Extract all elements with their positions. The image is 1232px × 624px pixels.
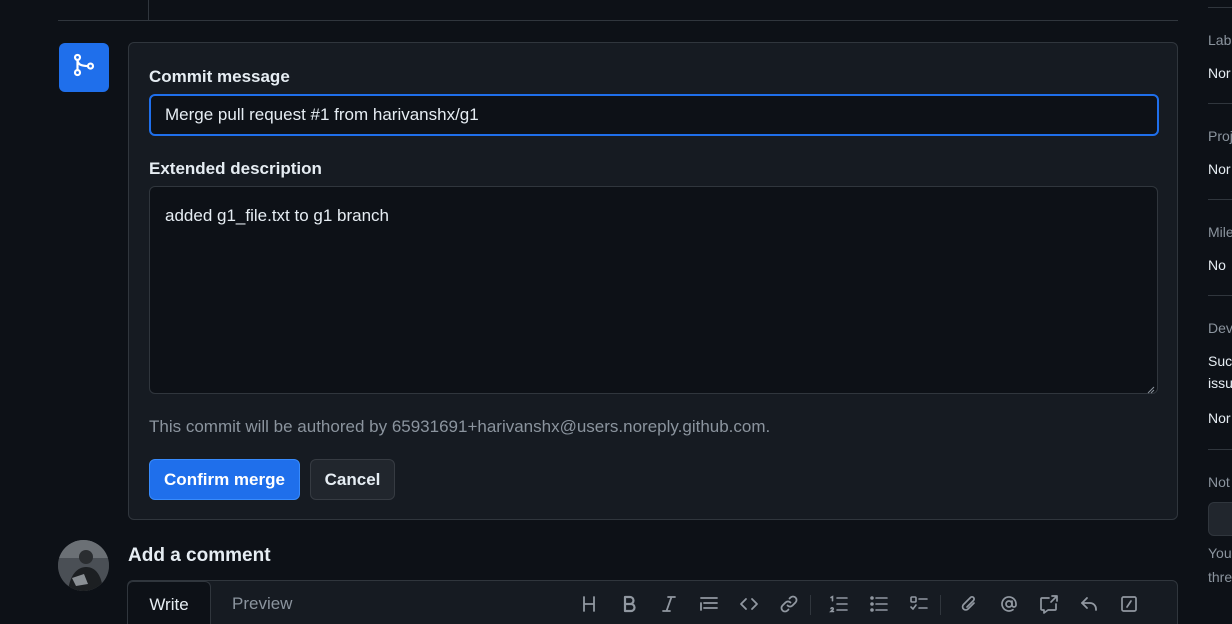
timeline-connector — [148, 0, 149, 20]
sidebar-heading-projects[interactable]: Proj — [1208, 128, 1232, 144]
sidebar-value-milestone: No — [1208, 257, 1226, 273]
quote-icon[interactable] — [698, 593, 720, 615]
numbered-list-icon[interactable] — [828, 593, 850, 615]
task-list-icon[interactable] — [908, 593, 930, 615]
tab-write[interactable]: Write — [127, 581, 211, 624]
avatar[interactable] — [58, 540, 109, 591]
sidebar-divider — [1208, 103, 1232, 104]
cross-reference-icon[interactable] — [1038, 593, 1060, 615]
sidebar-value-development-line1: Suc — [1208, 353, 1232, 369]
link-icon[interactable] — [778, 593, 800, 615]
add-comment-heading: Add a comment — [128, 545, 271, 566]
resize-handle-icon[interactable] — [1145, 381, 1155, 394]
unordered-list-icon[interactable] — [868, 593, 890, 615]
mention-icon[interactable] — [998, 593, 1020, 615]
extended-description-label: Extended description — [149, 159, 322, 178]
sidebar-divider — [1208, 449, 1232, 450]
sidebar-heading-milestone[interactable]: Mile — [1208, 224, 1232, 240]
sidebar-notifications-desc-line2: thre — [1208, 569, 1232, 585]
bold-icon[interactable] — [618, 593, 640, 615]
sidebar-value-development-line2: issu — [1208, 375, 1232, 391]
attach-icon[interactable] — [958, 593, 980, 615]
sidebar-divider — [1208, 295, 1232, 296]
slash-commands-icon[interactable] — [1118, 593, 1140, 615]
comment-editor: Write Preview — [127, 580, 1178, 624]
merge-form: Commit message Extended description adde… — [128, 42, 1178, 520]
sidebar-divider — [1208, 7, 1232, 8]
git-merge-icon — [71, 52, 97, 83]
toolbar-divider — [940, 595, 941, 615]
sidebar-notifications-desc-line1: You — [1208, 545, 1232, 561]
notifications-subscribe-button[interactable] — [1208, 502, 1232, 536]
sidebar-heading-notifications: Not — [1208, 474, 1230, 490]
commit-message-label: Commit message — [149, 67, 290, 86]
confirm-merge-button[interactable]: Confirm merge — [149, 459, 300, 500]
sidebar-value-development-line3: Nor — [1208, 410, 1231, 426]
sidebar-heading-labels[interactable]: Lab — [1208, 32, 1231, 48]
saved-replies-icon[interactable] — [1078, 593, 1100, 615]
commit-message-input[interactable] — [149, 94, 1159, 136]
commit-author-note: This commit will be authored by 65931691… — [149, 417, 771, 436]
sidebar-value-projects: Nor — [1208, 161, 1231, 177]
sidebar-divider — [1208, 199, 1232, 200]
cancel-button[interactable]: Cancel — [310, 459, 395, 500]
sidebar: Lab Nor Proj Nor Mile No Dev Suc issu No… — [1208, 0, 1232, 624]
italic-icon[interactable] — [658, 593, 680, 615]
code-icon[interactable] — [738, 593, 760, 615]
divider — [58, 20, 1178, 21]
tab-preview[interactable]: Preview — [232, 581, 292, 624]
sidebar-value-labels: Nor — [1208, 65, 1231, 81]
extended-description-textarea[interactable]: added g1_file.txt to g1 branch — [149, 186, 1158, 394]
merge-badge — [59, 43, 109, 92]
heading-icon[interactable] — [578, 593, 600, 615]
toolbar-divider — [810, 595, 811, 615]
sidebar-heading-development[interactable]: Dev — [1208, 320, 1232, 336]
